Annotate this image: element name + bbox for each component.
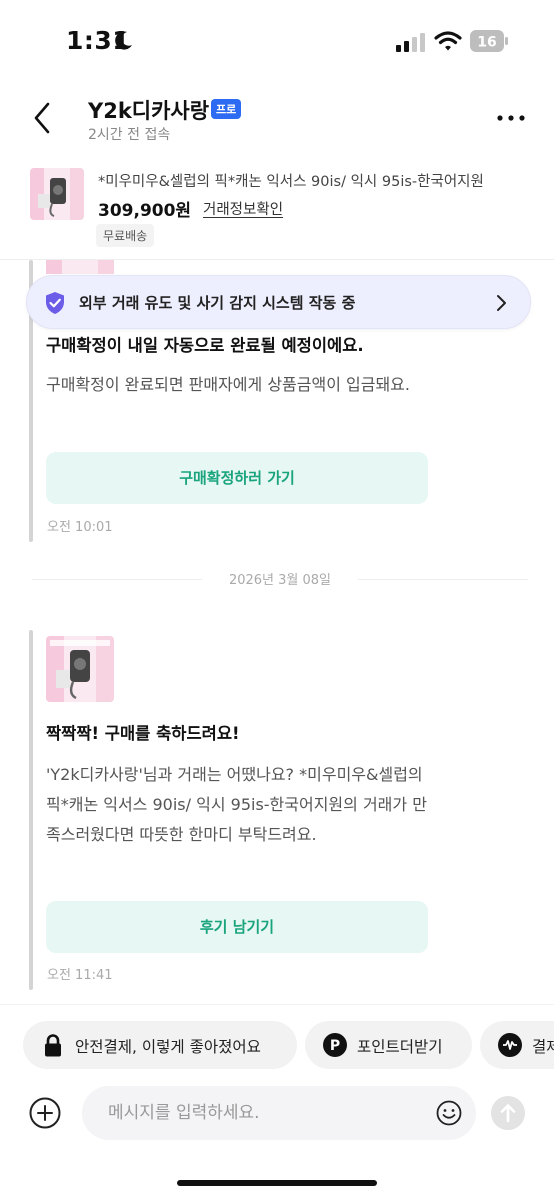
- moon-icon: [115, 31, 132, 50]
- shop-name[interactable]: Y2k디카사랑: [88, 95, 209, 125]
- message-composer: [0, 1080, 554, 1200]
- message-time: 오전 10:01: [47, 520, 113, 535]
- message-title: 짝짝짝! 구매를 축하드려요!: [46, 724, 240, 743]
- product-title: *미우미우&셀럽의 픽*캐논 익서스 90is/ 익시 95is-한국어지원: [98, 174, 484, 190]
- home-indicator: [177, 1180, 377, 1186]
- fraud-banner-text: 외부 거래 유도 및 사기 감지 시스템 작동 중: [79, 294, 356, 312]
- confirm-purchase-button[interactable]: 구매확정하러 가기: [46, 452, 428, 504]
- shield-check-icon: [46, 292, 64, 314]
- chip-label: 안전결제, 이렇게 좋아졌어요: [75, 1038, 261, 1056]
- point-icon: P: [323, 1033, 347, 1057]
- free-shipping-tag: 무료배송: [96, 224, 155, 247]
- point-bonus-chip[interactable]: P 포인트더받기: [305, 1021, 472, 1069]
- chevron-right-icon: [497, 295, 506, 311]
- chat-header: Y2k디카사랑 프로 2시간 전 접속: [0, 84, 554, 156]
- trade-info-link[interactable]: 거래정보확인: [203, 198, 283, 219]
- more-options-icon[interactable]: [494, 106, 528, 130]
- add-attachment-icon[interactable]: [29, 1097, 61, 1129]
- last-seen-status: 2시간 전 접속: [88, 127, 171, 143]
- svg-text:P: P: [330, 1038, 340, 1054]
- battery-icon: 16: [470, 30, 508, 52]
- pay-icon: [498, 1033, 522, 1057]
- send-icon[interactable]: [491, 1096, 525, 1130]
- message-accent-bar: [29, 630, 33, 990]
- product-summary[interactable]: *미우미우&셀럽의 픽*캐논 익서스 90is/ 익시 95is-한국어지원 3…: [0, 156, 554, 260]
- product-image-peek: [46, 260, 114, 274]
- safe-payment-chip[interactable]: 안전결제, 이렇게 좋아졌어요: [23, 1021, 297, 1069]
- product-thumbnail[interactable]: [30, 168, 84, 220]
- write-review-button[interactable]: 후기 남기기: [46, 901, 428, 953]
- date-divider-label: 2026년 3월 08일: [220, 573, 340, 588]
- status-bar: 1:31 16: [0, 0, 554, 84]
- chip-label: 포인트더받기: [357, 1038, 443, 1056]
- chip-label: 결제: [532, 1038, 554, 1056]
- back-arrow-icon[interactable]: [28, 98, 58, 138]
- message-time: 오전 11:41: [47, 968, 113, 983]
- battery-level: 16: [477, 35, 496, 51]
- emoji-icon[interactable]: [436, 1100, 462, 1126]
- message-body: 구매확정이 완료되면 판매자에게 상품금액이 입금돼요.: [46, 375, 410, 394]
- quick-reply-bar: 안전결제, 이렇게 좋아졌어요 P 포인트더받기 결제: [0, 1004, 554, 1080]
- fraud-detection-banner[interactable]: 외부 거래 유도 및 사기 감지 시스템 작동 중: [26, 275, 531, 329]
- payment-chip[interactable]: 결제: [480, 1021, 554, 1069]
- message-title: 구매확정이 내일 자동으로 완료될 예정이에요.: [46, 336, 364, 355]
- product-price: 309,900원: [98, 201, 192, 221]
- pro-badge: 프로: [211, 99, 242, 119]
- product-image[interactable]: [46, 636, 114, 702]
- cellular-signal-icon: [396, 33, 425, 52]
- message-input[interactable]: [82, 1086, 476, 1140]
- date-divider: 2026년 3월 08일: [32, 573, 528, 588]
- chat-messages[interactable]: 구매확정이 내일 자동으로 완료될 예정이에요. 구매확정이 완료되면 판매자에…: [0, 260, 554, 1004]
- lock-icon: [45, 1034, 61, 1057]
- message-body: 'Y2k디카사랑'님과 거래는 어땠나요? *미우미우&셀럽의 픽*캐논 익서스…: [46, 765, 427, 844]
- wifi-icon: [434, 31, 462, 51]
